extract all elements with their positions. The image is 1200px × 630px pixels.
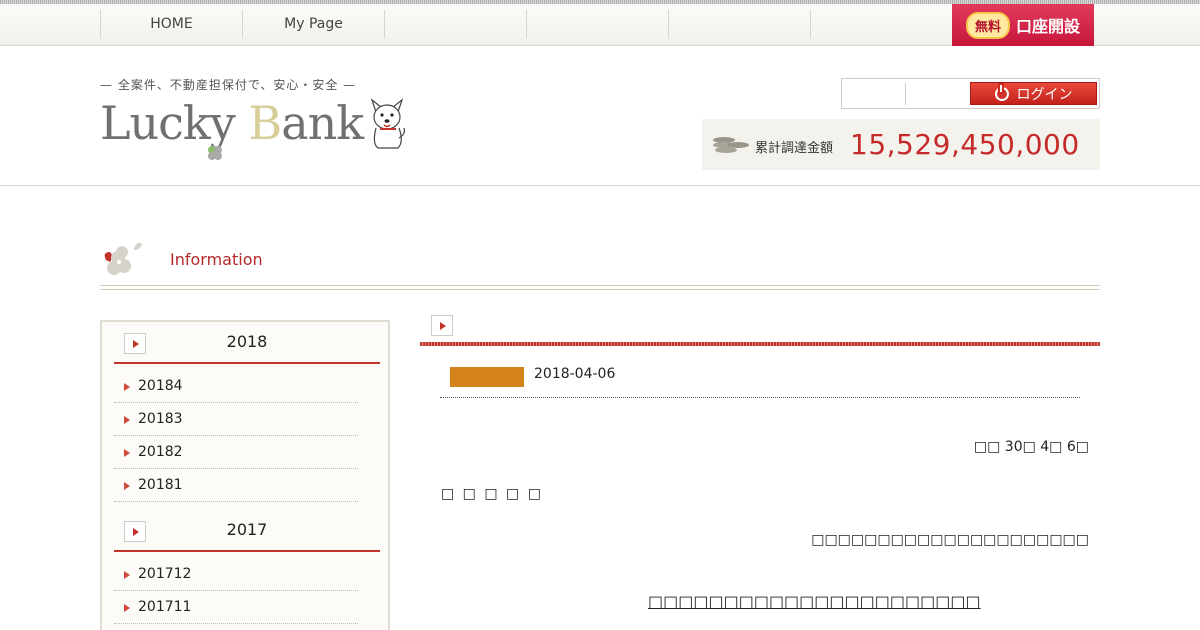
flower-icon bbox=[104, 242, 142, 275]
category-badge bbox=[450, 367, 524, 387]
clover-icon bbox=[208, 146, 222, 160]
logo-text-lucky: Lucky bbox=[100, 96, 249, 150]
logo-text-b: B bbox=[248, 96, 282, 150]
year-header-2018[interactable]: 2018 bbox=[114, 322, 380, 364]
top-nav: HOME My Page 無料 口座開設 bbox=[0, 0, 1200, 46]
open-account-label: 口座開設 bbox=[1016, 17, 1081, 36]
nav-my-page[interactable]: My Page bbox=[242, 10, 384, 38]
year-label: 2017 bbox=[226, 520, 268, 539]
post-meta-divider bbox=[440, 397, 1080, 398]
logo-text-ank: ank bbox=[281, 96, 364, 150]
year-label: 2018 bbox=[226, 332, 268, 351]
total-funding-box: 累計調達金額 15,529,450,000 bbox=[702, 119, 1100, 170]
total-funding-label: 累計調達金額 bbox=[755, 141, 834, 156]
open-account-button[interactable]: 無料 口座開設 bbox=[952, 4, 1094, 46]
login-divider bbox=[905, 83, 906, 105]
archive-month-link[interactable]: 201712 bbox=[114, 558, 358, 591]
archive-month-link[interactable]: 20184 bbox=[114, 370, 358, 403]
archive-month-link[interactable]: 201711 bbox=[114, 591, 358, 624]
nav-home[interactable]: HOME bbox=[100, 10, 242, 38]
nav-item-4[interactable] bbox=[526, 10, 668, 38]
page-title: Information bbox=[170, 250, 263, 269]
dog-mascot-icon bbox=[370, 98, 406, 149]
nav-item-5[interactable] bbox=[668, 10, 811, 38]
document-heading: □□□□□□□□□□□□□□□□□□□□□□ bbox=[648, 592, 981, 611]
document-sender: □□□□□□□□□□□□□□□□□□□□□ bbox=[811, 532, 1089, 548]
archive-sidebar: 2018 20184 20183 20182 20181 2017 201712… bbox=[100, 320, 390, 630]
coins-icon bbox=[713, 137, 749, 153]
archive-month-link[interactable]: 20181 bbox=[114, 469, 358, 502]
login-label: ログイン bbox=[1016, 86, 1073, 103]
tagline: — 全案件、不動産担保付で、安心・安全 — bbox=[100, 78, 357, 92]
archive-month-link[interactable]: 20182 bbox=[114, 436, 358, 469]
power-icon bbox=[994, 84, 1009, 101]
site-header: — 全案件、不動産担保付で、安心・安全 — Lucky Bank ログイン 累計… bbox=[0, 46, 1200, 186]
nav-item-3[interactable] bbox=[384, 10, 526, 38]
archive-month-link[interactable]: 20183 bbox=[114, 403, 358, 436]
play-arrow-icon bbox=[431, 315, 453, 336]
year-header-2017[interactable]: 2017 bbox=[114, 510, 380, 552]
login-box: ログイン bbox=[841, 78, 1100, 109]
site-logo[interactable]: Lucky Bank bbox=[100, 96, 364, 150]
login-button[interactable]: ログイン bbox=[970, 82, 1097, 105]
post-title-divider bbox=[420, 342, 1100, 346]
document-date: □□ 30□ 4□ 6□ bbox=[973, 439, 1089, 455]
document-addressee: □ □ □ □ □ bbox=[441, 486, 543, 502]
total-funding-value: 15,529,450,000 bbox=[850, 128, 1080, 161]
free-badge: 無料 bbox=[965, 11, 1010, 39]
title-divider bbox=[100, 285, 1100, 290]
post-date: 2018-04-06 bbox=[534, 366, 616, 382]
